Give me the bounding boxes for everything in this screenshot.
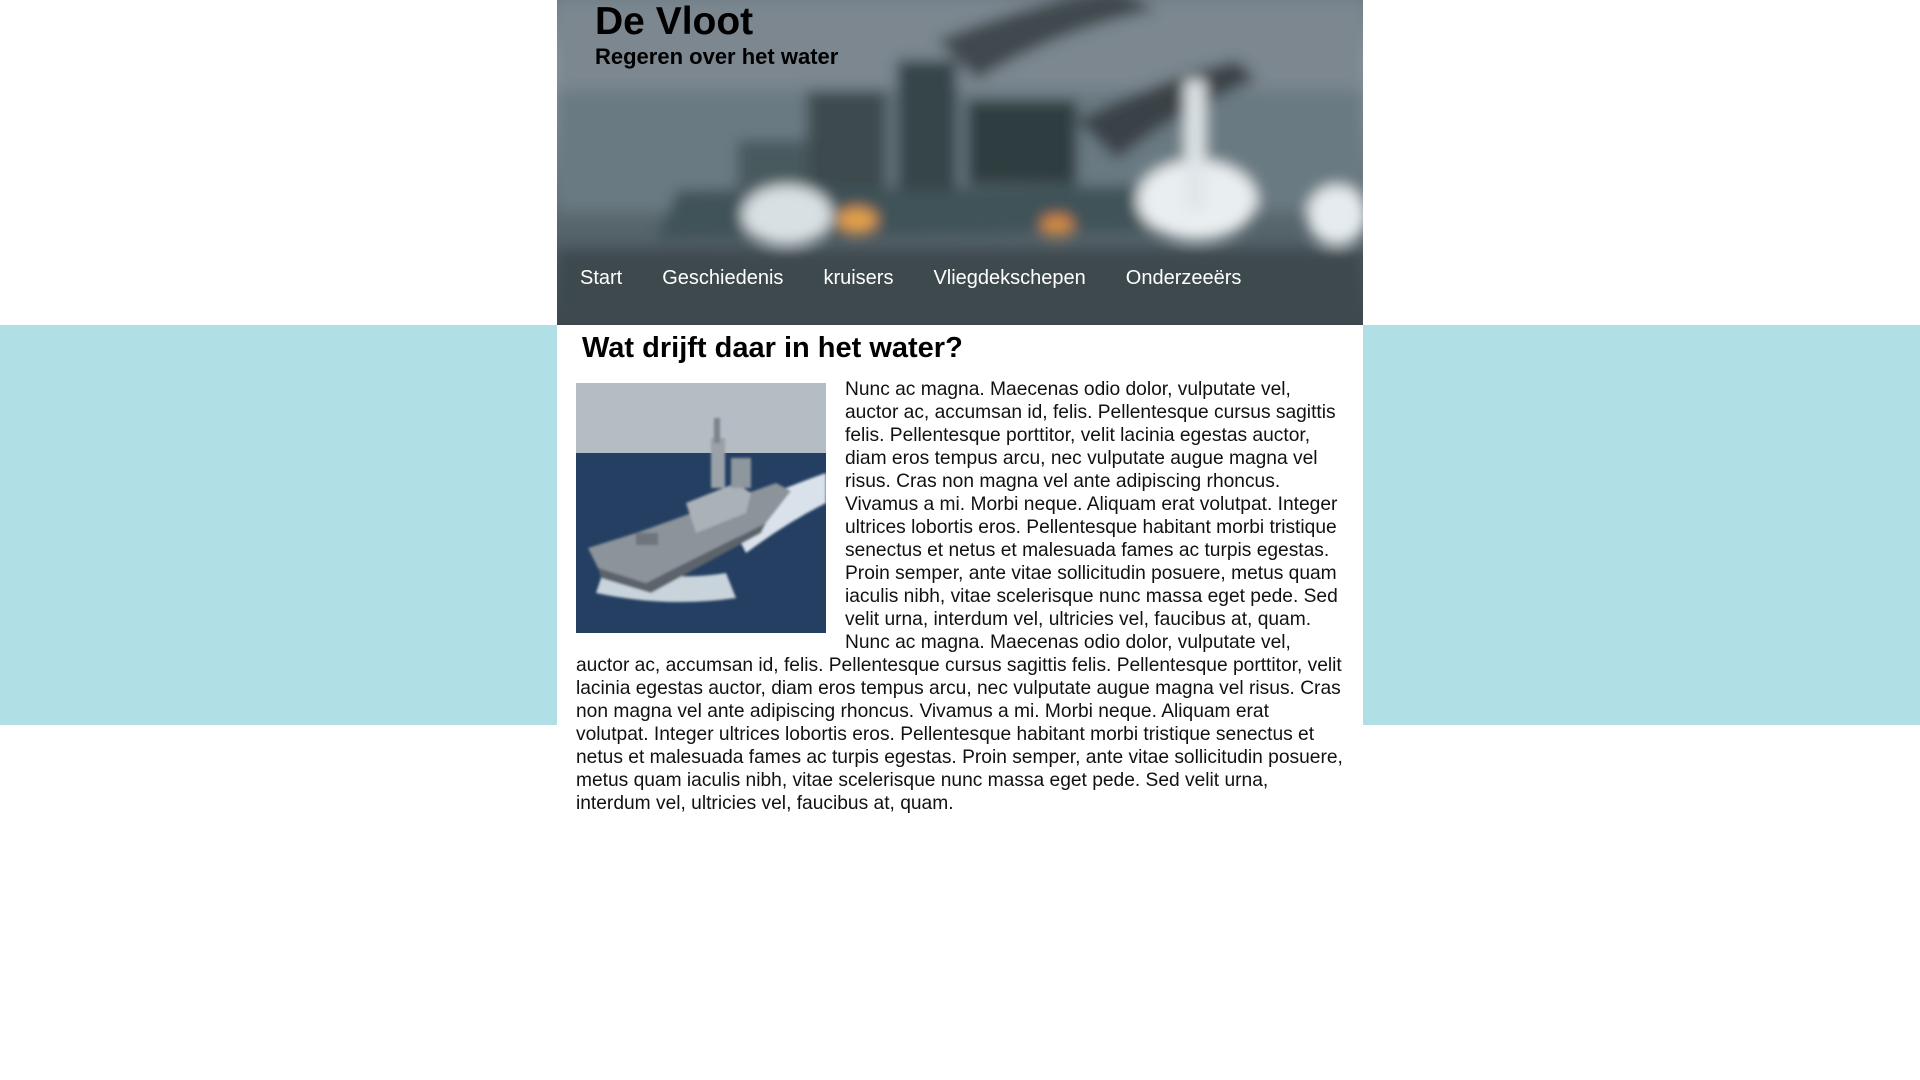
site-title: De Vloot <box>595 0 754 43</box>
page: De Vloot Regeren over het water Start Ge… <box>0 0 1920 1080</box>
content-column: De Vloot Regeren over het water Start Ge… <box>557 0 1363 827</box>
main-nav: Start Geschiedenis kruisers Vliegdeksche… <box>557 263 1363 293</box>
nav-item-kruisers[interactable]: kruisers <box>823 267 893 290</box>
frigate-icon <box>576 382 826 633</box>
warship-photo <box>576 382 826 633</box>
article: Wat drijft daar in het water? Nunc ac ma… <box>557 325 1363 827</box>
nav-item-geschiedenis[interactable]: Geschiedenis <box>662 267 783 290</box>
nav-item-start[interactable]: Start <box>580 267 622 290</box>
site-subtitle: Regeren over het water <box>595 44 839 69</box>
nav-item-vliegdekschepen[interactable]: Vliegdekschepen <box>933 267 1085 290</box>
nav-item-onderzeeers[interactable]: Onderzeeërs <box>1126 267 1242 290</box>
article-title: Wat drijft daar in het water? <box>582 332 963 364</box>
site-header: De Vloot Regeren over het water Start Ge… <box>557 0 1363 325</box>
